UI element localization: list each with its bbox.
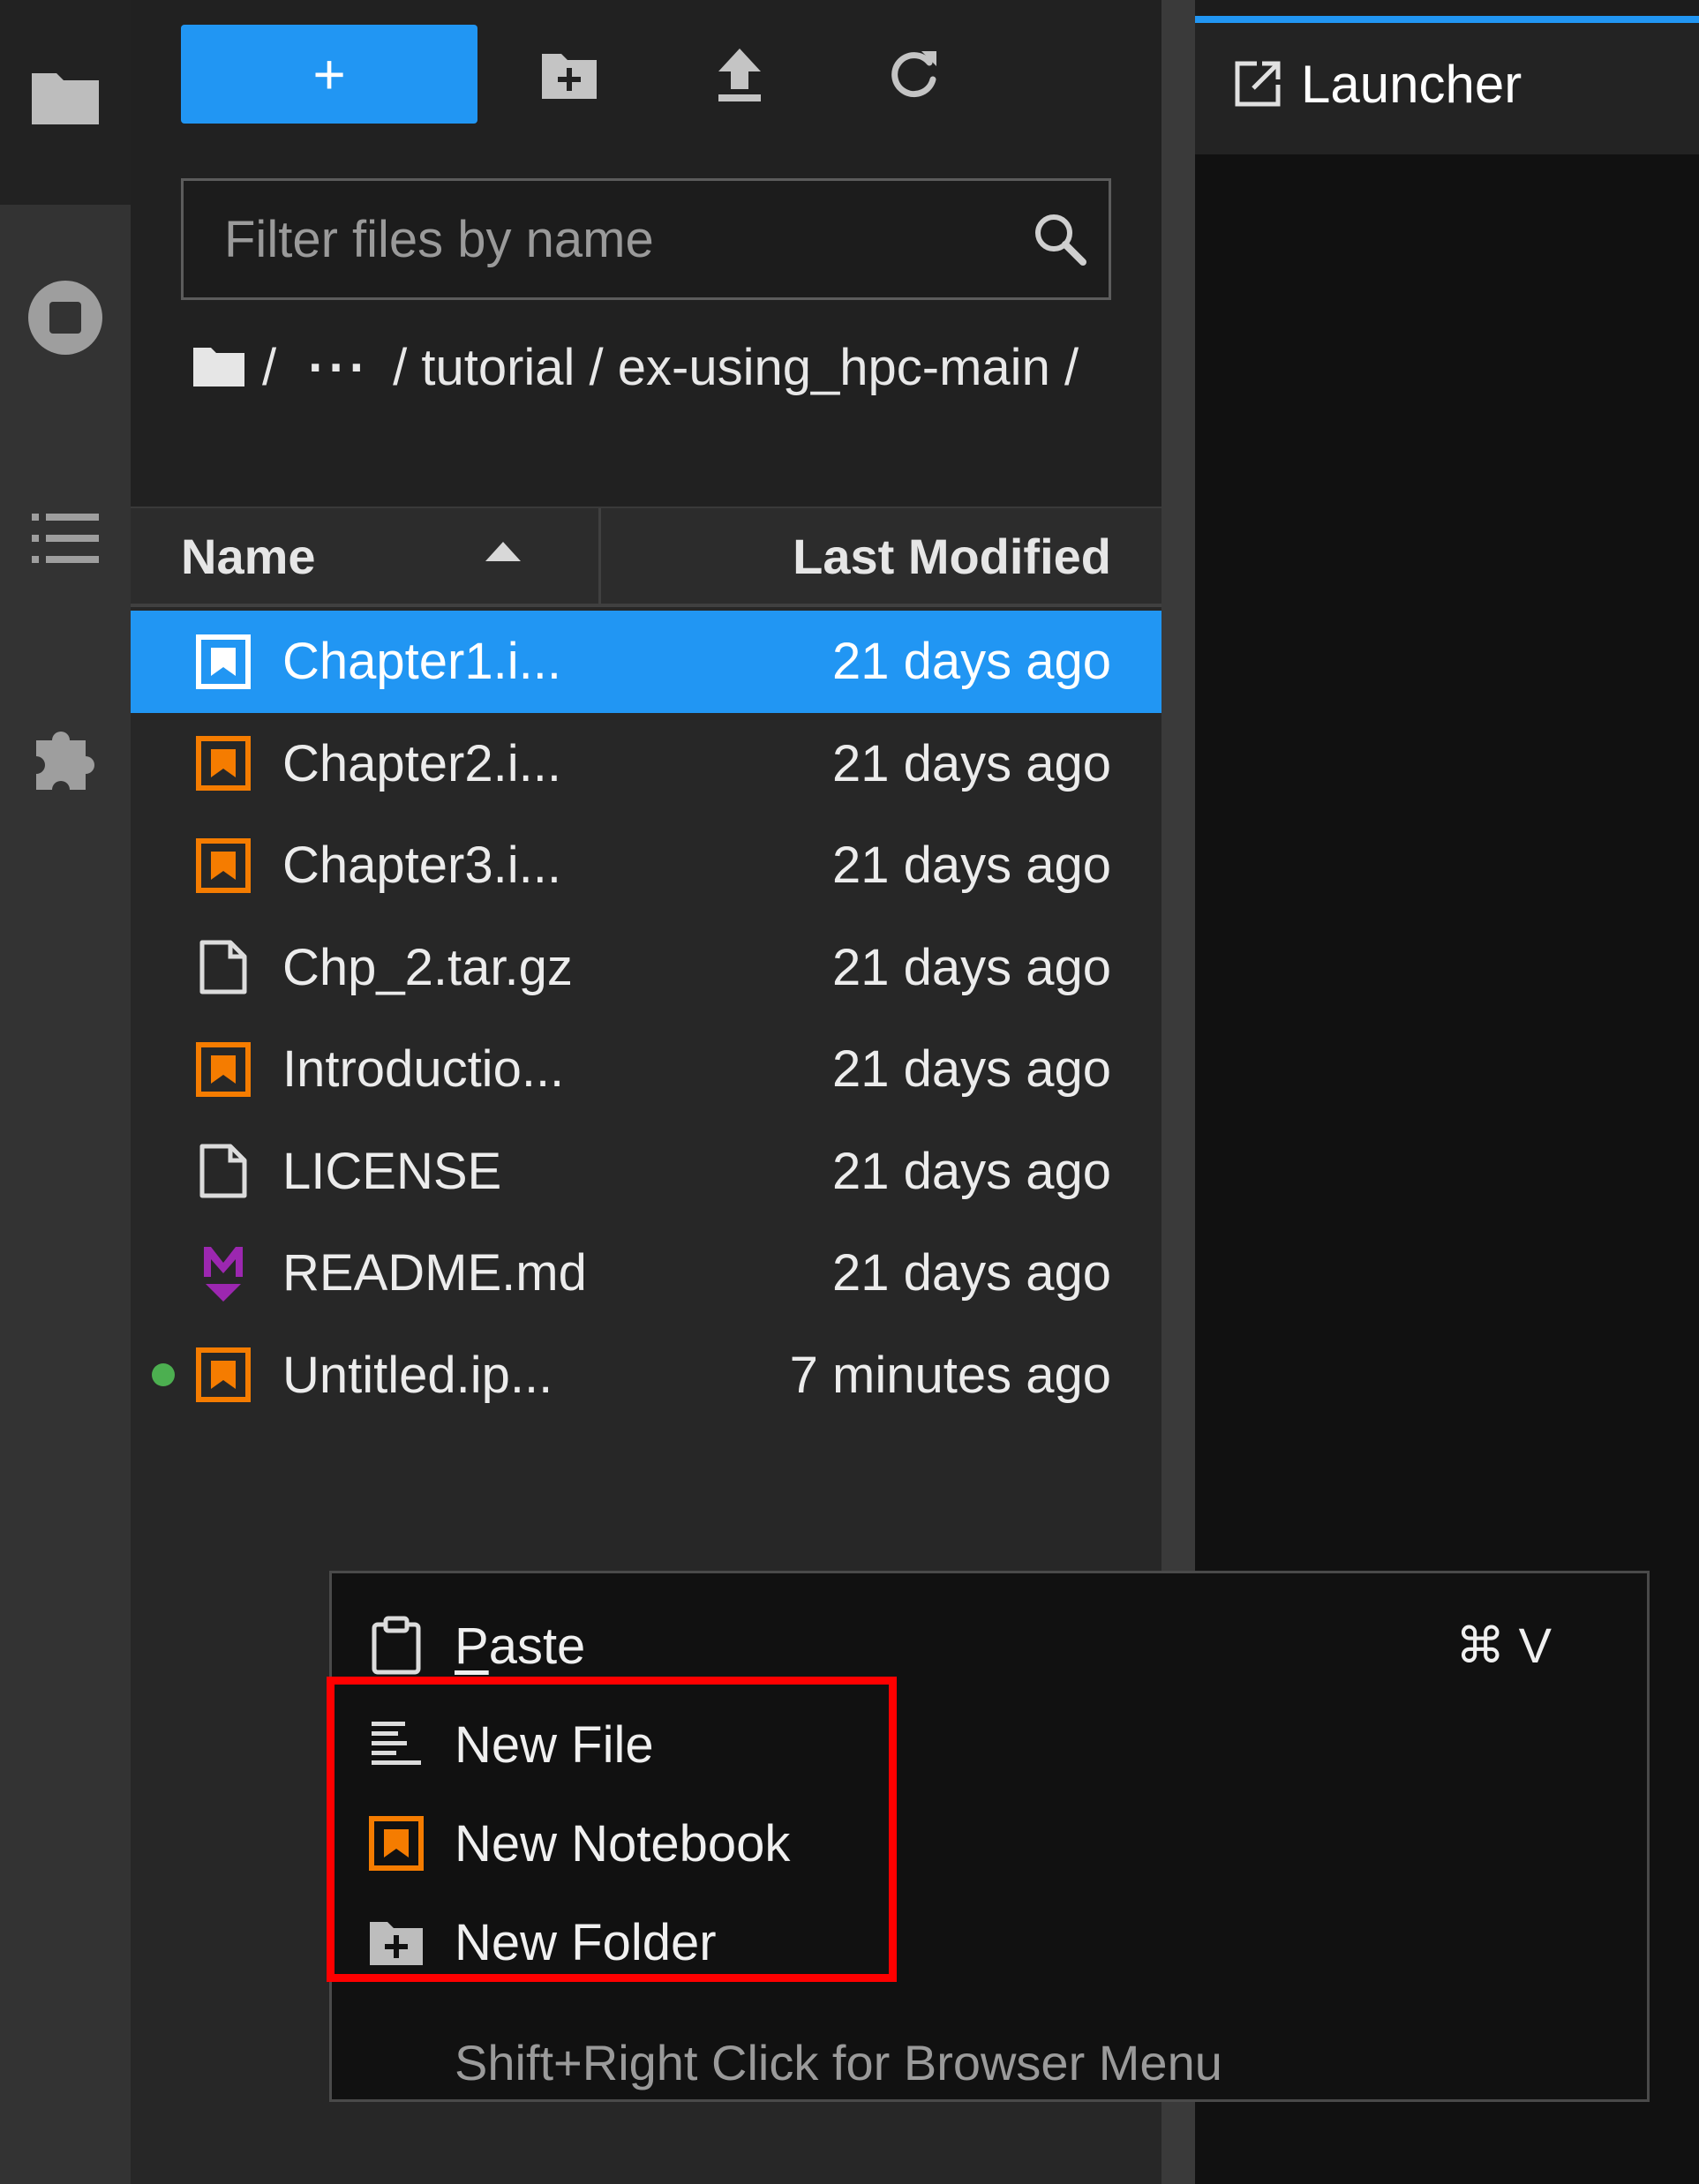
menu-item-paste[interactable]: Paste ⌘ V: [332, 1596, 1647, 1695]
menu-item-new-notebook[interactable]: New Notebook: [332, 1794, 1647, 1893]
file-name: Chapter2.i...: [282, 734, 561, 792]
file-modified: 21 days ago: [831, 1040, 1111, 1099]
file-row[interactable]: Untitled.ip... 7 minutes ago: [131, 1325, 1161, 1427]
breadcrumb: / ··· / tutorial / ex-using_hpc-main /: [181, 334, 1116, 406]
search-icon: [1011, 181, 1109, 297]
new-folder-icon: [542, 54, 597, 99]
menu-label: New Folder: [455, 1913, 717, 1971]
file-name: Introductio...: [282, 1040, 565, 1099]
breadcrumb-separator: /: [393, 339, 408, 396]
table-of-contents-icon[interactable]: [21, 494, 109, 582]
notebook-icon: [365, 1812, 427, 1874]
file-modified: 21 days ago: [831, 837, 1111, 895]
text-file-icon: [365, 1714, 427, 1775]
breadcrumb-item-tutorial[interactable]: tutorial: [421, 339, 575, 396]
folder-icon[interactable]: [21, 53, 109, 141]
file-row[interactable]: Chapter3.i... 21 days ago: [131, 814, 1161, 917]
activity-bar: [0, 0, 131, 2184]
column-header-name[interactable]: Name: [181, 508, 316, 604]
file-icon: [192, 1140, 254, 1202]
file-name: Chapter3.i...: [282, 837, 561, 895]
notebook-icon: [192, 631, 254, 693]
file-modified: 7 minutes ago: [789, 1346, 1111, 1404]
notebook-icon: [192, 1344, 254, 1406]
new-launcher-button[interactable]: +: [181, 25, 477, 124]
home-folder-icon[interactable]: [192, 337, 246, 406]
notebook-icon: [192, 1039, 254, 1100]
file-list-header: Name Last Modified: [131, 507, 1161, 607]
file-modified: 21 days ago: [831, 1142, 1111, 1200]
file-name: LICENSE: [282, 1142, 502, 1200]
file-name: README.md: [282, 1244, 587, 1302]
breadcrumb-separator: /: [589, 339, 604, 396]
refresh-icon: [891, 51, 936, 98]
new-launcher-label: +: [312, 42, 346, 106]
menu-item-new-file[interactable]: New File: [332, 1695, 1647, 1794]
upload-button[interactable]: [700, 35, 779, 115]
breadcrumb-item-current[interactable]: ex-using_hpc-main: [618, 339, 1050, 396]
filter-box: [181, 178, 1111, 300]
file-modified: 21 days ago: [831, 633, 1111, 691]
notebook-icon: [192, 732, 254, 794]
running-indicator: [152, 1363, 175, 1387]
jupyterlab-window: + /·: [0, 0, 1699, 2184]
file-name: Chp_2.tar.gz: [282, 938, 573, 996]
markdown-icon: [192, 1242, 254, 1304]
running-sessions-icon[interactable]: [21, 274, 109, 362]
file-row[interactable]: LICENSE 21 days ago: [131, 1121, 1161, 1223]
file-row[interactable]: Introductio... 21 days ago: [131, 1018, 1161, 1121]
extensions-icon[interactable]: [21, 713, 109, 801]
launcher-icon: [1235, 61, 1281, 107]
file-row[interactable]: Chp_2.tar.gz 21 days ago: [131, 917, 1161, 1019]
file-list: Chapter1.i... 21 days ago Chapter2.i... …: [131, 611, 1161, 1426]
breadcrumb-separator: /: [262, 339, 277, 396]
tab-bar: Launcher: [1195, 0, 1699, 154]
file-icon: [192, 936, 254, 998]
menu-label: New File: [455, 1715, 654, 1774]
file-name: Chapter1.i...: [282, 633, 561, 691]
menu-item-new-folder[interactable]: New Folder: [332, 1893, 1647, 1992]
file-name: Untitled.ip...: [282, 1346, 553, 1404]
sort-ascending-icon: [485, 542, 521, 561]
file-modified: 21 days ago: [831, 734, 1111, 792]
new-folder-icon: [365, 1911, 427, 1973]
file-row[interactable]: README.md 21 days ago: [131, 1222, 1161, 1325]
file-modified: 21 days ago: [831, 938, 1111, 996]
refresh-button[interactable]: [874, 35, 953, 115]
filter-files-input[interactable]: [184, 180, 1011, 298]
menu-label: New Notebook: [455, 1814, 791, 1873]
file-modified: 21 days ago: [831, 1244, 1111, 1302]
breadcrumb-ellipsis[interactable]: ···: [308, 339, 370, 396]
notebook-icon: [192, 835, 254, 897]
context-menu: Paste ⌘ V New File New Notebook New Fold…: [329, 1571, 1650, 2102]
breadcrumb-separator: /: [1064, 339, 1079, 396]
upload-icon: [718, 49, 761, 101]
tab-label: Launcher: [1301, 55, 1522, 114]
file-row[interactable]: Chapter2.i... 21 days ago: [131, 713, 1161, 815]
menu-hint: Shift+Right Click for Browser Menu: [455, 2035, 1222, 2090]
column-header-last-modified[interactable]: Last Modified: [793, 508, 1111, 604]
tab-launcher[interactable]: Launcher: [1195, 16, 1699, 154]
menu-label: Paste: [455, 1617, 586, 1675]
clipboard-icon: [365, 1615, 427, 1677]
new-folder-button[interactable]: [530, 35, 609, 115]
menu-shortcut: ⌘ V: [1455, 1617, 1552, 1673]
file-row[interactable]: Chapter1.i... 21 days ago: [131, 611, 1161, 713]
column-divider[interactable]: [598, 508, 601, 604]
